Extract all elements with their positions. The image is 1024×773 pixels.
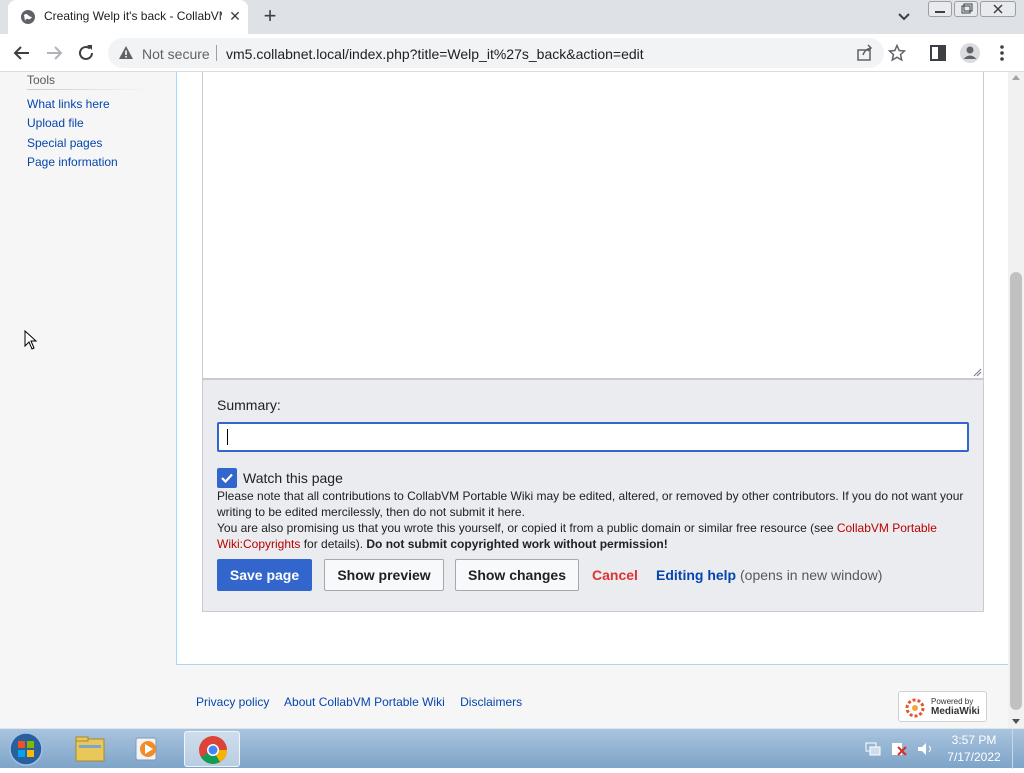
security-status[interactable]: Not secure — [142, 46, 210, 62]
chevron-down-icon[interactable] — [894, 6, 914, 26]
restore-button[interactable] — [954, 1, 978, 17]
save-page-button[interactable]: Save page — [217, 559, 312, 591]
sidebar-link-what-links-here[interactable]: What links here — [27, 97, 110, 111]
globe-icon — [21, 10, 35, 24]
windows-taskbar: 3:57 PM 7/17/2022 — [0, 728, 1024, 769]
close-icon — [993, 4, 1003, 14]
minimize-icon — [935, 11, 945, 13]
sidebar-link-upload-file[interactable]: Upload file — [27, 116, 84, 130]
footer-links: Privacy policy About CollabVM Portable W… — [196, 695, 534, 709]
powered-by-text: Powered by — [931, 697, 974, 706]
watch-label[interactable]: Watch this page — [243, 470, 343, 486]
minimize-button[interactable] — [928, 1, 952, 17]
show-changes-button[interactable]: Show changes — [455, 559, 579, 591]
reload-icon[interactable] — [74, 41, 98, 65]
sidebar: Tools What links here Upload file Specia… — [0, 72, 176, 728]
restore-icon — [961, 3, 973, 14]
notice-line-1: Please note that all contributions to Co… — [217, 489, 964, 519]
url-text[interactable]: vm5.collabnet.local/index.php?title=Welp… — [226, 46, 644, 62]
mediawiki-text: MediaWiki — [931, 706, 980, 717]
footer-link-privacy[interactable]: Privacy policy — [196, 695, 269, 709]
tools-heading: Tools — [27, 73, 56, 87]
mouse-pointer-icon — [24, 330, 38, 350]
scroll-down-arrow-icon[interactable] — [1012, 719, 1020, 724]
tools-divider — [27, 89, 152, 90]
watch-checkbox[interactable] — [217, 468, 237, 488]
address-bar[interactable]: Not secure vm5.collabnet.local/index.php… — [108, 38, 906, 68]
forward-arrow-icon[interactable] — [42, 41, 66, 65]
profile-icon[interactable] — [958, 41, 982, 65]
sidebar-link-special-pages[interactable]: Special pages — [27, 136, 102, 150]
taskbar-media-player[interactable] — [122, 731, 178, 767]
show-desktop-button[interactable] — [1012, 729, 1024, 769]
side-panel-icon[interactable] — [926, 41, 950, 65]
mediawiki-logo-icon — [905, 698, 925, 718]
footer-link-about[interactable]: About CollabVM Portable Wiki — [284, 695, 445, 709]
summary-input[interactable] — [217, 422, 969, 452]
checkmark-icon — [221, 473, 233, 484]
taskbar-chrome[interactable] — [184, 731, 240, 767]
folder-icon — [75, 736, 105, 762]
clock-date[interactable]: 7/17/2022 — [944, 750, 1004, 764]
taskbar-explorer[interactable] — [62, 731, 118, 767]
address-separator — [216, 45, 217, 61]
tab-active[interactable]: Creating Welp it's back - CollabVM ✕ — [8, 0, 248, 34]
powered-by-mediawiki-badge[interactable]: Powered by MediaWiki — [898, 691, 987, 722]
close-tab-icon[interactable]: ✕ — [226, 7, 244, 25]
new-tab-button[interactable]: + — [258, 4, 282, 28]
close-window-button[interactable] — [980, 1, 1016, 17]
sidebar-link-page-information[interactable]: Page information — [27, 155, 118, 169]
cancel-link[interactable]: Cancel — [592, 567, 638, 583]
scroll-up-arrow-icon[interactable] — [1012, 75, 1020, 80]
text-caret — [227, 429, 228, 445]
notice-warning: Do not submit copyrighted work without p… — [366, 537, 668, 551]
vertical-scrollbar[interactable] — [1008, 72, 1024, 728]
content-area: Summary: Watch this page Please note tha… — [176, 72, 1008, 665]
notice-line-2-end: for details). — [300, 537, 367, 551]
license-notice: Please note that all contributions to Co… — [217, 488, 969, 552]
browser-toolbar: Not secure vm5.collabnet.local/index.php… — [0, 34, 1024, 72]
scroll-thumb[interactable] — [1010, 272, 1022, 710]
editing-help-link[interactable]: Editing help — [656, 567, 736, 583]
back-arrow-icon[interactable] — [10, 41, 34, 65]
warning-icon[interactable] — [118, 45, 134, 61]
edit-textarea[interactable] — [202, 72, 984, 379]
media-player-icon — [135, 737, 157, 761]
wiki-page: Tools What links here Upload file Specia… — [0, 72, 1008, 728]
tab-strip: Creating Welp it's back - CollabVM ✕ + — [0, 0, 1024, 34]
tab-title: Creating Welp it's back - CollabVM — [44, 9, 222, 23]
resize-grip-icon[interactable] — [973, 368, 982, 377]
footer-link-disclaimers[interactable]: Disclaimers — [460, 695, 522, 709]
edit-options: Summary: Watch this page Please note tha… — [202, 379, 984, 612]
editing-help-note: (opens in new window) — [740, 567, 883, 583]
notice-line-2: You are also promising us that you wrote… — [217, 521, 837, 535]
share-icon[interactable] — [856, 44, 874, 62]
summary-label: Summary: — [217, 397, 281, 413]
star-icon[interactable] — [888, 44, 906, 62]
more-menu-icon[interactable] — [990, 41, 1014, 65]
chrome-icon — [199, 736, 227, 764]
system-tray-icons[interactable] — [862, 739, 938, 759]
show-preview-button[interactable]: Show preview — [324, 559, 444, 591]
windows-start-icon[interactable] — [6, 731, 46, 767]
clock-time[interactable]: 3:57 PM — [948, 733, 1000, 747]
